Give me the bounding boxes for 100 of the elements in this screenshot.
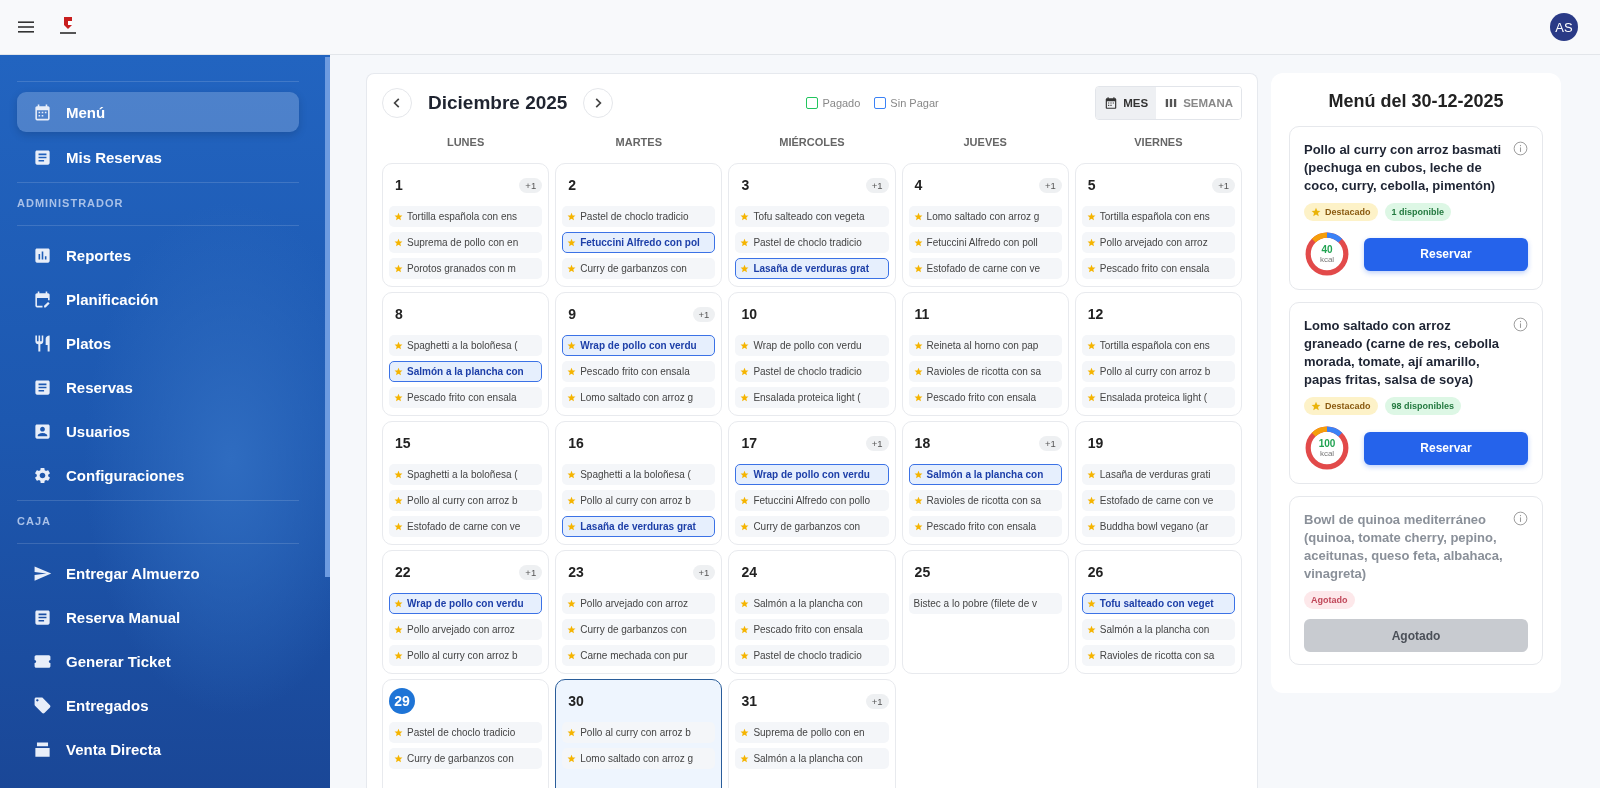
meal-chip[interactable]: Pastel de choclo tradicio [735,645,889,666]
day-cell[interactable]: 19 Lasaña de verduras grati Estofado de carne con ve Buddha bowl vegano (ar [1074,421,1242,545]
meal-chip[interactable]: Pollo al curry con arroz b [1081,361,1235,382]
view-toggle[interactable]: MES [1096,87,1157,119]
meal-chip[interactable]: Lomo saltado con arroz g [562,387,716,408]
next-month-button[interactable] [583,88,614,118]
meal-chip[interactable]: Fetuccini Alfredo con pollo [735,490,889,511]
menu-icon[interactable] [18,21,34,33]
more-count[interactable]: +1 [692,306,716,322]
meal-chip[interactable]: Buddha bowl vegano (ar [1081,516,1235,537]
previous-month-button[interactable] [382,88,412,118]
day-cell[interactable]: 8 Spaghetti a la boloñesa ( Salmón a la plancha con Pescado frito con ensala [382,292,550,416]
info-icon[interactable] [1513,317,1528,332]
meal-chip[interactable]: Pescado frito con ensala [735,619,889,640]
day-cell[interactable]: 15 Spaghetti a la boloñesa ( Pollo al curry con arroz b Estofado de carne con ve [382,421,550,545]
meal-chip[interactable]: Pescado frito con ensala [562,361,716,382]
meal-chip[interactable]: Ravioles de ricotta con sa [908,490,1062,511]
meal-chip[interactable]: Salmón a la plancha con [908,464,1062,485]
meal-chip[interactable]: Pescado frito con ensala [1081,258,1235,279]
day-cell[interactable]: 5 +1 Tortilla española con ens Pollo arvejado con arroz Pescado frito con ensala [1074,163,1242,287]
more-count[interactable]: +1 [692,564,716,580]
day-cell[interactable]: 22 +1 Wrap de pollo con verdu Pollo arvejado con arroz Pollo al curry con arroz b [382,550,550,674]
sidebar-item[interactable]: Reportes [17,236,299,274]
meal-chip[interactable]: Spaghetti a la boloñesa ( [389,464,543,485]
day-cell[interactable]: 26 Tofu salteado con veget Salmón a la plancha con Ravioles de ricotta con sa [1074,550,1242,674]
meal-chip[interactable]: Curry de garbanzos con [562,619,716,640]
meal-chip[interactable]: Tofu salteado con vegeta [735,206,889,227]
more-count[interactable]: +1 [865,693,889,709]
day-cell[interactable]: 12 Tortilla española con ens Pollo al curry con arroz b Ensalada proteica light ( [1074,292,1242,416]
meal-chip[interactable]: Pastel de choclo tradicio [562,206,716,227]
meal-chip[interactable]: Pollo al curry con arroz b [562,490,716,511]
meal-chip[interactable]: Pescado frito con ensala [389,387,543,408]
day-cell[interactable]: 17 +1 Wrap de pollo con verdu Fetuccini Alfredo con pollo Curry de garbanzos con [728,421,896,545]
meal-chip[interactable]: Pollo arvejado con arroz [1081,232,1235,253]
meal-chip[interactable]: Estofado de carne con ve [1081,490,1235,511]
day-cell[interactable]: 2 Pastel de choclo tradicio Fetuccini Alfredo con pol Curry de garbanzos con [555,163,723,287]
sidebar-item[interactable]: Generar Ticket [17,642,299,680]
meal-chip[interactable]: Estofado de carne con ve [908,258,1062,279]
meal-chip[interactable]: Fetuccini Alfredo con poll [908,232,1062,253]
meal-chip[interactable]: Curry de garbanzos con [562,258,716,279]
meal-chip[interactable]: Lomo saltado con arroz g [562,748,716,769]
more-count[interactable]: +1 [519,564,543,580]
sidebar-item[interactable]: Entregados [17,686,299,724]
meal-chip[interactable]: Ravioles de ricotta con sa [1081,645,1235,666]
meal-chip[interactable]: Porotos granados con m [389,258,543,279]
day-cell[interactable]: 9 +1 Wrap de pollo con verdu Pescado frito con ensala Lomo saltado con arroz g [555,292,723,416]
reserve-button[interactable]: Reservar [1364,237,1528,271]
day-cell[interactable]: 3 +1 Tofu salteado con vegeta Pastel de choclo tradicio Lasaña de verduras grat [728,163,896,287]
meal-chip[interactable]: Carne mechada con pur [562,645,716,666]
meal-chip[interactable]: Salmón a la plancha con [389,361,543,382]
meal-chip[interactable]: Pescado frito con ensala [908,516,1062,537]
day-cell[interactable]: 29 Pastel de choclo tradicio Curry de garbanzos con [382,679,550,788]
meal-chip[interactable]: Spaghetti a la boloñesa ( [562,464,716,485]
meal-chip[interactable]: Pollo arvejado con arroz [389,619,543,640]
meal-chip[interactable]: Pollo arvejado con arroz [562,593,716,614]
scrollbar[interactable] [325,57,330,577]
meal-chip[interactable]: Curry de garbanzos con [735,516,889,537]
meal-chip[interactable]: Lomo saltado con arroz g [908,206,1062,227]
meal-chip[interactable]: Pastel de choclo tradicio [735,361,889,382]
meal-chip[interactable]: Suprema de pollo con en [389,232,543,253]
meal-chip[interactable]: Bistec a lo pobre (filete de v [908,593,1062,614]
day-cell[interactable]: 31 +1 Suprema de pollo con en Salmón a la plancha con [728,679,896,788]
day-cell[interactable]: 16 Spaghetti a la boloñesa ( Pollo al curry con arroz b Lasaña de verduras grat [555,421,723,545]
meal-chip[interactable]: Pescado frito con ensala [908,387,1062,408]
day-cell[interactable]: 25 Bistec a lo pobre (filete de v [901,550,1069,674]
meal-chip[interactable]: Wrap de pollo con verdu [562,335,716,356]
meal-chip[interactable]: Curry de garbanzos con [389,748,543,769]
meal-chip[interactable]: Spaghetti a la boloñesa ( [389,335,543,356]
day-cell[interactable]: 23 +1 Pollo arvejado con arroz Curry de garbanzos con Carne mechada con pur [555,550,723,674]
day-cell[interactable]: 30 Pollo al curry con arroz b Lomo saltado con arroz g [555,679,723,788]
sidebar-item[interactable]: Venta Directa [17,730,299,768]
sidebar-item[interactable]: Menú [17,92,299,132]
meal-chip[interactable]: Pollo al curry con arroz b [562,722,716,743]
more-count[interactable]: +1 [865,435,889,451]
sidebar-item[interactable]: Reserva Manual [17,598,299,636]
meal-chip[interactable]: Fetuccini Alfredo con pol [562,232,716,253]
meal-chip[interactable]: Tortilla española con ens [1081,335,1235,356]
sidebar-item[interactable]: Configuraciones [17,456,299,494]
more-count[interactable]: +1 [1038,435,1062,451]
meal-chip[interactable]: Ensalada proteica light ( [1081,387,1235,408]
sidebar-item[interactable]: Platos [17,324,299,362]
meal-chip[interactable]: Lasaña de verduras grati [1081,464,1235,485]
meal-chip[interactable]: Tortilla española con ens [389,206,543,227]
meal-chip[interactable]: Ravioles de ricotta con sa [908,361,1062,382]
user-avatar[interactable]: AS [1550,13,1578,41]
meal-chip[interactable]: Salmón a la plancha con [1081,619,1235,640]
meal-chip[interactable]: Reineta al horno con pap [908,335,1062,356]
day-cell[interactable]: 24 Salmón a la plancha con Pescado frito con ensala Pastel de choclo tradicio [728,550,896,674]
day-cell[interactable]: 18 +1 Salmón a la plancha con Ravioles de ricotta con sa Pescado frito con ensala [901,421,1069,545]
day-cell[interactable]: 4 +1 Lomo saltado con arroz g Fetuccini Alfredo con poll Estofado de carne con ve [901,163,1069,287]
meal-chip[interactable]: Wrap de pollo con verdu [389,593,543,614]
meal-chip[interactable]: Pollo al curry con arroz b [389,490,543,511]
more-count[interactable]: +1 [865,177,889,193]
sidebar-item[interactable]: Planificación [17,280,299,318]
meal-chip[interactable]: Ensalada proteica light ( [735,387,889,408]
day-cell[interactable]: 10 Wrap de pollo con verdu Pastel de choclo tradicio Ensalada proteica light ( [728,292,896,416]
meal-chip[interactable]: Suprema de pollo con en [735,722,889,743]
meal-chip[interactable]: Lasaña de verduras grat [562,516,716,537]
meal-chip[interactable]: Tofu salteado con veget [1081,593,1235,614]
more-count[interactable]: +1 [519,177,543,193]
